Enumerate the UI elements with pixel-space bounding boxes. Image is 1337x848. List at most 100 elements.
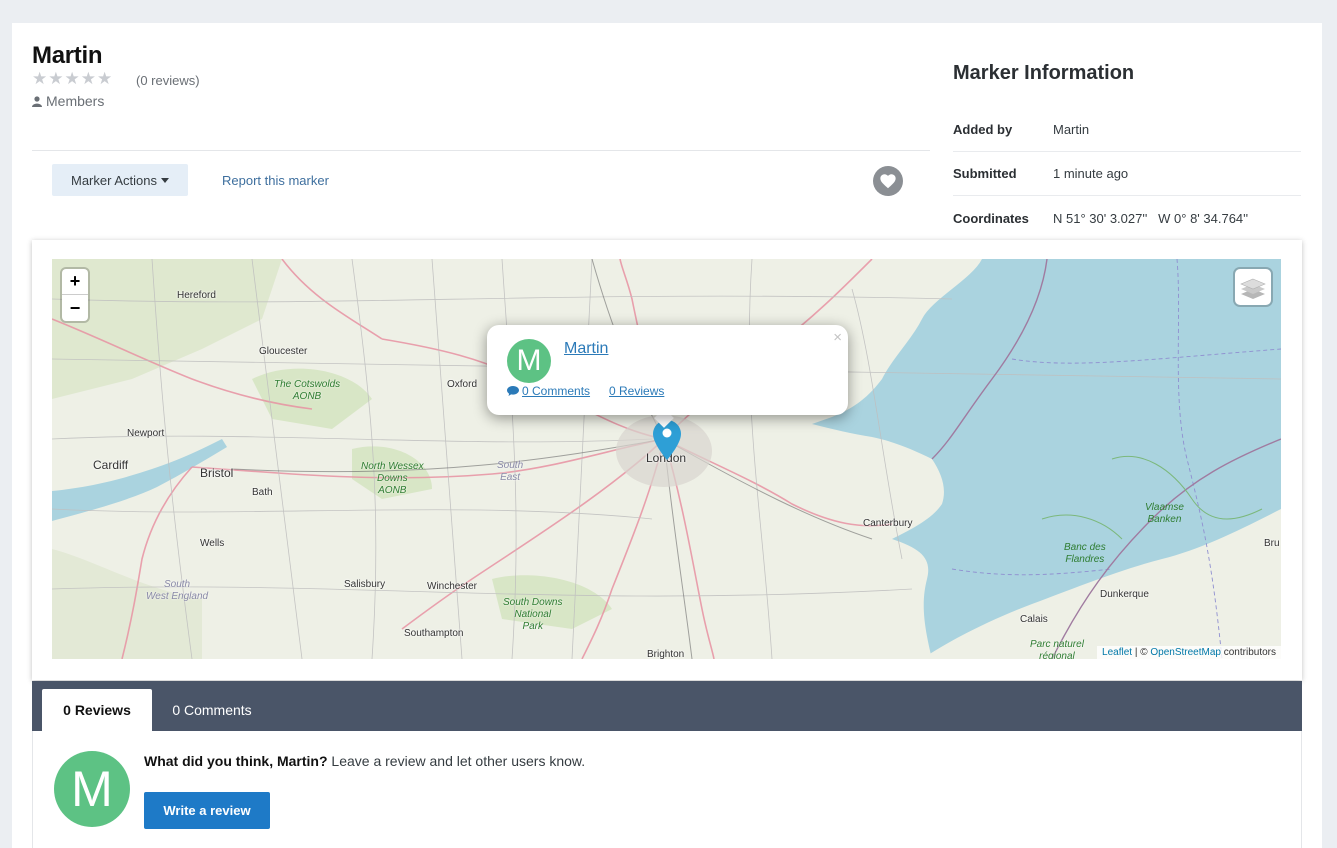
- attribution-suffix: contributors: [1220, 647, 1276, 658]
- osm-link[interactable]: OpenStreetMap: [1150, 647, 1221, 658]
- star-icon: ★: [80, 69, 96, 88]
- popup-close-button[interactable]: ×: [833, 329, 842, 346]
- region-line: Banken: [1147, 514, 1182, 525]
- map-region-label: South West England: [146, 579, 208, 603]
- map-label: Wells: [200, 538, 225, 549]
- map-label: Dunkerque: [1100, 589, 1149, 600]
- comment-icon: [507, 386, 519, 396]
- write-review-button[interactable]: Write a review: [144, 792, 270, 829]
- avatar[interactable]: M: [54, 751, 130, 827]
- member-group: Members: [32, 93, 104, 109]
- region-line: South: [163, 579, 191, 590]
- info-value: Martin: [1053, 122, 1090, 137]
- map-label: Southampton: [404, 628, 464, 639]
- star-icon: ★: [48, 69, 64, 88]
- region-line: South: [497, 460, 524, 471]
- region-line: The Cotswolds: [274, 379, 341, 390]
- rating-stars: ★ ★ ★ ★ ★: [32, 70, 112, 88]
- popup-comments-label: 0 Comments: [522, 384, 591, 398]
- map-label: Oxford: [447, 379, 478, 390]
- region-line: AONB: [378, 485, 407, 496]
- layers-icon: [1240, 278, 1266, 299]
- info-label: Coordinates: [953, 210, 1029, 226]
- zoom-control: + −: [62, 269, 88, 321]
- review-panel: M What did you think, Martin? Leave a re…: [32, 731, 1302, 848]
- map-label: Canterbury: [863, 518, 913, 529]
- zoom-out-button[interactable]: −: [62, 295, 88, 321]
- region-line: AONB: [292, 391, 322, 402]
- tabs-bar: 0 Reviews 0 Comments: [32, 681, 1302, 731]
- region-line: Banc des: [1064, 542, 1106, 553]
- star-icon: ★: [32, 69, 48, 88]
- region-line: North Wessex: [361, 461, 424, 472]
- info-row-coordinates: Coordinates N 51° 30' 3.027'' W 0° 8' 34…: [953, 196, 1301, 240]
- attribution-separator: | ©: [1132, 647, 1151, 658]
- region-line: Flandres: [1065, 554, 1105, 565]
- map-marker[interactable]: [653, 420, 681, 463]
- favorite-heart-button[interactable]: [873, 166, 903, 196]
- map-label: Winchester: [427, 581, 478, 592]
- region-line: Parc naturel: [1030, 639, 1084, 650]
- map-label: Salisbury: [344, 579, 386, 590]
- review-count: (0 reviews): [136, 73, 200, 88]
- map-label: Newport: [127, 428, 165, 439]
- info-label: Submitted: [953, 166, 1017, 181]
- info-value: N 51° 30' 3.027'' W 0° 8' 34.764'': [1053, 210, 1249, 226]
- info-value: 1 minute ago: [1053, 166, 1129, 181]
- map-label: Brighton: [647, 649, 685, 659]
- info-row-added-by: Added by Martin: [953, 108, 1301, 152]
- region-line: Vlaamse: [1145, 502, 1184, 513]
- leaflet-link[interactable]: Leaflet: [1102, 647, 1132, 658]
- map-label: Bath: [252, 487, 273, 498]
- region-line: South Downs: [503, 597, 563, 608]
- marker-actions-label: Marker Actions: [71, 172, 157, 188]
- map-label: Bru: [1264, 538, 1280, 549]
- tab-reviews[interactable]: 0 Reviews: [42, 689, 152, 731]
- star-icon: ★: [97, 69, 113, 88]
- region-line: National: [514, 609, 552, 620]
- map-attribution: Leaflet | © OpenStreetMap contributors: [1097, 646, 1281, 659]
- map-region-label: Banc des Flandres: [1064, 542, 1106, 566]
- marker-popup: M Martin 0 Comments 0 Reviews ×: [487, 325, 848, 415]
- popup-avatar[interactable]: M: [507, 339, 551, 383]
- caret-down-icon: [160, 177, 169, 183]
- map-region-label: Vlaamse Banken: [1145, 502, 1184, 526]
- review-prompt-text: Leave a review and let other users know.: [327, 753, 586, 769]
- region-line: East: [500, 472, 521, 483]
- popup-comments-link[interactable]: 0 Comments: [507, 384, 590, 398]
- map-region-label: The Cotswolds AONB: [274, 379, 340, 403]
- star-icon: ★: [64, 69, 80, 88]
- map-label: Calais: [1020, 614, 1048, 625]
- member-group-label: Members: [46, 93, 105, 109]
- region-line: West England: [146, 591, 209, 602]
- region-line: régional: [1039, 651, 1075, 659]
- map-pin-icon: [653, 420, 681, 460]
- map-label: Cardiff: [93, 458, 129, 472]
- heart-icon: [880, 174, 896, 189]
- tab-comments[interactable]: 0 Comments: [152, 689, 272, 731]
- info-row-submitted: Submitted 1 minute ago: [953, 152, 1301, 196]
- page-title: Martin: [32, 42, 103, 69]
- map-label: Gloucester: [259, 346, 308, 357]
- layers-button[interactable]: [1235, 269, 1271, 305]
- map-label: Hereford: [177, 290, 216, 301]
- review-prompt: What did you think, Martin? Leave a revi…: [144, 753, 585, 769]
- map-label: Bristol: [200, 466, 234, 480]
- zoom-in-button[interactable]: +: [62, 269, 88, 295]
- marker-info-title: Marker Information: [953, 62, 1135, 84]
- region-line: Park: [522, 621, 544, 632]
- popup-name-link[interactable]: Martin: [564, 340, 608, 358]
- review-question: What did you think, Martin?: [144, 753, 328, 769]
- divider: [32, 150, 930, 151]
- region-line: Downs: [377, 473, 408, 484]
- info-label: Added by: [953, 122, 1013, 137]
- map-region-label: Parc naturel régional: [1030, 639, 1084, 659]
- map-view[interactable]: + − Hereford Gloucester Oxford Newport C…: [52, 259, 1281, 659]
- popup-reviews-link[interactable]: 0 Reviews: [609, 384, 664, 398]
- report-marker-link[interactable]: Report this marker: [222, 173, 329, 188]
- marker-actions-button[interactable]: Marker Actions: [52, 164, 188, 196]
- map-region-label: South East: [497, 460, 523, 484]
- map-region-label: North Wessex Downs AONB: [361, 461, 424, 497]
- user-icon: [32, 95, 42, 107]
- map-region-label: South Downs National Park: [503, 597, 562, 633]
